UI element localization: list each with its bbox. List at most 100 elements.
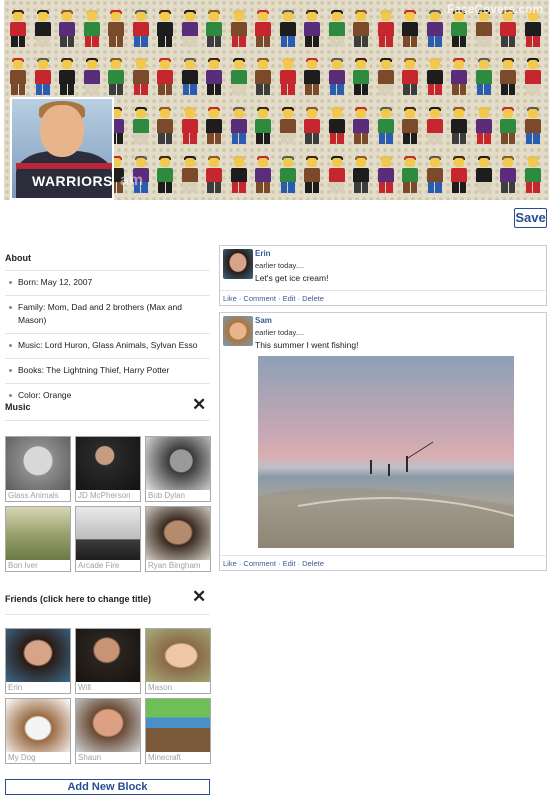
music-tile-label: Bob Dylan bbox=[146, 490, 210, 501]
friend-tile-label: Erin bbox=[6, 682, 70, 693]
friends-title[interactable]: Friends (click here to change title) bbox=[5, 594, 151, 604]
minifigure bbox=[304, 156, 320, 193]
profile-photo[interactable]: WARRIORS bbox=[10, 97, 114, 200]
minifigure bbox=[524, 58, 541, 95]
post-text: This summer I went fishing! bbox=[255, 340, 359, 350]
friends-divider bbox=[5, 614, 210, 615]
friend-tile-will[interactable]: Will bbox=[75, 628, 141, 694]
minifigure bbox=[206, 58, 222, 95]
minifigure bbox=[451, 58, 467, 95]
minifigure bbox=[377, 107, 394, 144]
profile-shirt-text: WARRIORS bbox=[32, 173, 113, 189]
post-photo[interactable] bbox=[258, 356, 514, 548]
avatar[interactable] bbox=[223, 249, 253, 279]
friend-photo bbox=[146, 629, 210, 682]
minifigure bbox=[279, 107, 296, 144]
minifigure bbox=[132, 107, 149, 144]
post-sam: Sam earlier today.... This summer I went… bbox=[219, 312, 547, 571]
minifigure bbox=[83, 10, 100, 47]
minifigure bbox=[255, 107, 271, 144]
cover-name-overlay: am bbox=[120, 172, 144, 189]
minifigure bbox=[328, 10, 345, 47]
minifigure bbox=[181, 58, 198, 95]
minifigure bbox=[230, 10, 247, 47]
about-list: Born: May 12, 2007 Family: Mom, Dad and … bbox=[5, 270, 210, 408]
friend-tile-mason[interactable]: Mason bbox=[145, 628, 211, 694]
minifigure bbox=[181, 107, 198, 144]
minifigure bbox=[500, 156, 516, 193]
minifigure bbox=[279, 156, 296, 193]
add-new-block-button[interactable]: Add New Block bbox=[5, 779, 210, 795]
minifigure bbox=[132, 10, 149, 47]
music-tile-label: JD McPherson bbox=[76, 490, 140, 501]
minifigure bbox=[353, 10, 369, 47]
minifigure bbox=[132, 58, 149, 95]
minifigure bbox=[353, 156, 369, 193]
minifigure bbox=[304, 10, 320, 47]
post-time: earlier today.... bbox=[255, 261, 305, 270]
album-art bbox=[6, 437, 70, 490]
friend-tile-minecraft[interactable]: Minecraft bbox=[145, 698, 211, 764]
post-actions[interactable]: Like · Comment · Edit · Delete bbox=[220, 555, 546, 570]
album-art bbox=[76, 507, 140, 560]
minifigure bbox=[475, 58, 492, 95]
minifigure bbox=[377, 10, 394, 47]
minifigure bbox=[230, 156, 247, 193]
music-tile-arcade-fire[interactable]: Arcade Fire bbox=[75, 506, 141, 572]
about-title: About bbox=[5, 253, 31, 263]
friend-tile-my-dog[interactable]: My Dog bbox=[5, 698, 71, 764]
minifigure bbox=[475, 107, 492, 144]
save-button[interactable]: Save bbox=[514, 208, 547, 228]
post-erin: Erin earlier today.... Let's get ice cre… bbox=[219, 245, 547, 306]
friend-photo bbox=[76, 629, 140, 682]
music-tile-ryan-bingham[interactable]: Ryan Bingham bbox=[145, 506, 211, 572]
minifigure bbox=[230, 58, 247, 95]
minifigure bbox=[304, 107, 320, 144]
minifigure bbox=[206, 10, 222, 47]
profile-face bbox=[40, 105, 84, 157]
friend-tile-shaun[interactable]: Shaun bbox=[75, 698, 141, 764]
minifigure bbox=[328, 58, 345, 95]
minifigure bbox=[206, 156, 222, 193]
minifigure bbox=[157, 107, 173, 144]
minifigure bbox=[157, 58, 173, 95]
minifigure bbox=[59, 58, 75, 95]
post-actions[interactable]: Like · Comment · Edit · Delete bbox=[220, 290, 546, 305]
friend-tile-erin[interactable]: Erin bbox=[5, 628, 71, 694]
minifigure bbox=[59, 10, 75, 47]
friend-tile-label: Mason bbox=[146, 682, 210, 693]
minifigure bbox=[377, 58, 394, 95]
friends-close-icon[interactable]: ✕ bbox=[192, 588, 206, 605]
music-title[interactable]: Music bbox=[5, 402, 31, 412]
about-item-family: Family: Mom, Dad and 2 brothers (Max and… bbox=[5, 295, 210, 333]
minifigure bbox=[377, 156, 394, 193]
music-tile-label: Glass Animals bbox=[6, 490, 70, 501]
music-tile-bob-dylan[interactable]: Bob Dylan bbox=[145, 436, 211, 502]
music-close-icon[interactable]: ✕ bbox=[192, 396, 206, 413]
minifigure bbox=[279, 10, 296, 47]
album-art bbox=[146, 507, 210, 560]
post-body: Sam earlier today.... This summer I went… bbox=[220, 313, 546, 548]
music-tile-bon-iver[interactable]: Bon Iver bbox=[5, 506, 71, 572]
minifigure bbox=[451, 156, 467, 193]
about-item-color: Color: Orange bbox=[5, 383, 210, 408]
friend-photo bbox=[6, 699, 70, 752]
avatar[interactable] bbox=[223, 316, 253, 346]
music-tile-jd-mcpherson[interactable]: JD McPherson bbox=[75, 436, 141, 502]
album-art bbox=[76, 437, 140, 490]
music-tile-glass-animals[interactable]: Glass Animals bbox=[5, 436, 71, 502]
post-author[interactable]: Erin bbox=[255, 249, 546, 258]
post-author[interactable]: Sam bbox=[255, 316, 546, 325]
minifigure bbox=[255, 58, 271, 95]
post-text: Let's get ice cream! bbox=[255, 273, 329, 283]
friend-photo bbox=[146, 699, 210, 752]
friend-photo bbox=[6, 629, 70, 682]
minifigure bbox=[108, 58, 124, 95]
minifigure bbox=[157, 10, 173, 47]
minifigure bbox=[34, 58, 51, 95]
minifigure bbox=[83, 58, 100, 95]
minifigure bbox=[402, 58, 418, 95]
post-time: earlier today.... bbox=[255, 328, 305, 337]
minifigure bbox=[181, 10, 198, 47]
minifigure bbox=[108, 10, 124, 47]
